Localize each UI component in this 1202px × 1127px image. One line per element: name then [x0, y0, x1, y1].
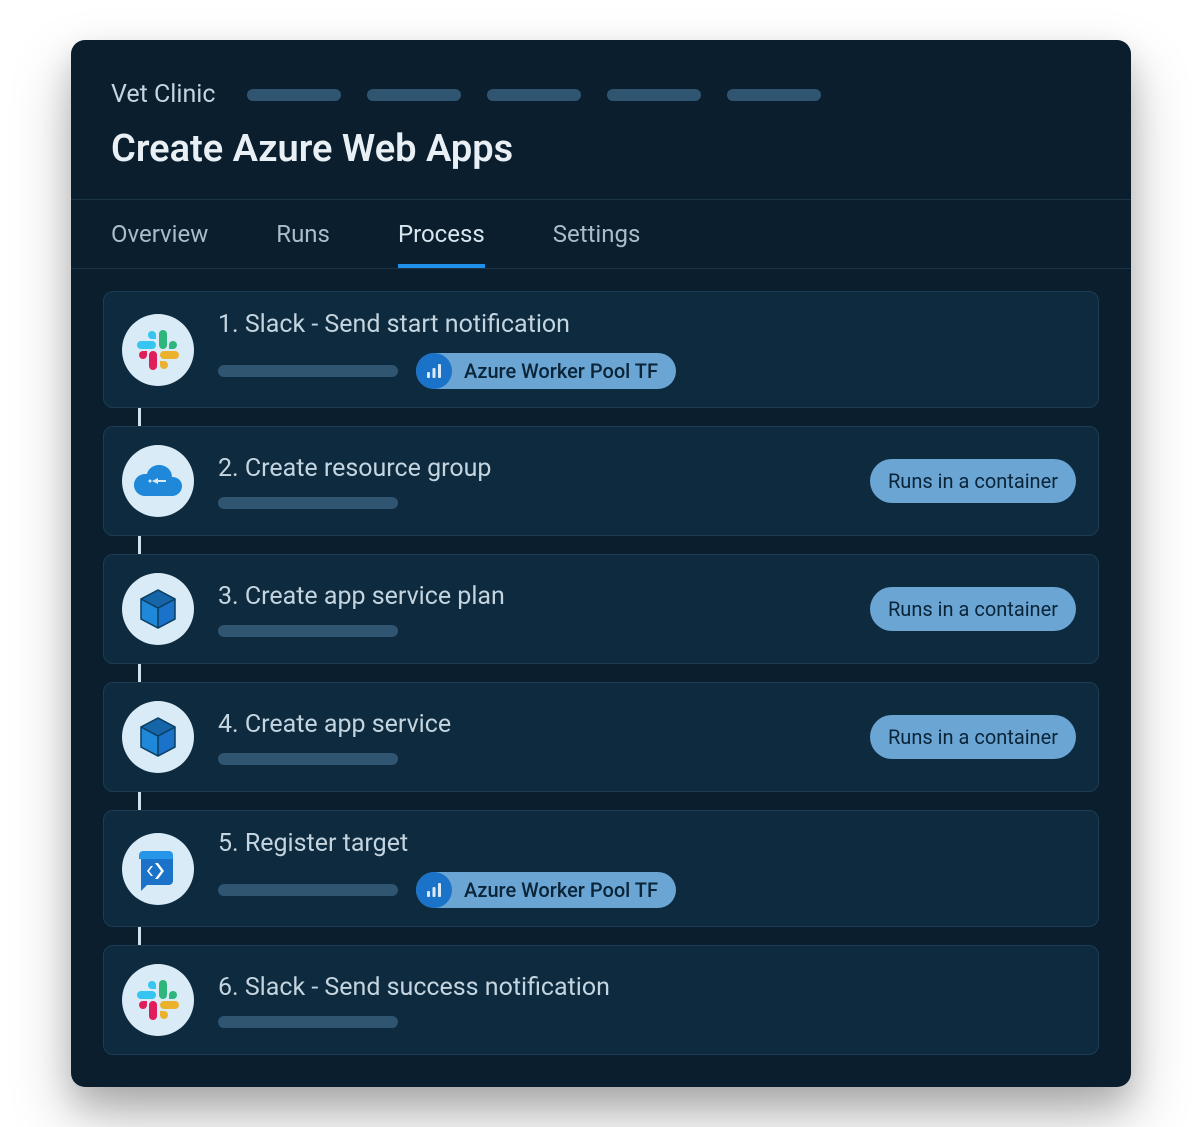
step-icon-circle	[122, 573, 194, 645]
cube-icon	[137, 716, 179, 758]
breadcrumb-pills	[247, 89, 821, 101]
step-placeholder	[218, 625, 398, 637]
step-meta	[218, 1016, 1076, 1028]
runs-in-container-chip: Runs in a container	[870, 587, 1076, 631]
step-icon-circle	[122, 314, 194, 386]
tab-settings[interactable]: Settings	[553, 200, 641, 268]
worker-pool-chip[interactable]: Azure Worker Pool TF	[416, 353, 676, 389]
chart-bars-icon	[425, 362, 443, 380]
step-title: 4. Create app service	[218, 710, 846, 739]
step-meta	[218, 753, 846, 765]
process-step[interactable]: 2. Create resource group Runs in a conta…	[103, 426, 1099, 536]
step-meta	[218, 497, 846, 509]
breadcrumb-pill	[247, 89, 341, 101]
step-content: 2. Create resource group	[218, 454, 846, 509]
script-icon	[137, 847, 179, 891]
breadcrumb-pill	[367, 89, 461, 101]
step-content: 4. Create app service	[218, 710, 846, 765]
step-title: 5. Register target	[218, 829, 1076, 858]
worker-pool-label: Azure Worker Pool TF	[464, 359, 658, 383]
step-title: 1. Slack - Send start notification	[218, 310, 1076, 339]
step-placeholder	[218, 365, 398, 377]
step-icon-circle	[122, 701, 194, 773]
runs-in-container-chip: Runs in a container	[870, 459, 1076, 503]
step-meta	[218, 625, 846, 637]
slack-icon	[136, 328, 180, 372]
step-placeholder	[218, 753, 398, 765]
step-placeholder	[218, 1016, 398, 1028]
step-icon-circle	[122, 964, 194, 1036]
steps-container: 1. Slack - Send start notification Azure…	[71, 269, 1131, 1087]
step-meta: Azure Worker Pool TF	[218, 872, 1076, 908]
tab-process[interactable]: Process	[398, 200, 485, 268]
step-icon-circle	[122, 445, 194, 517]
slack-icon	[136, 978, 180, 1022]
step-placeholder	[218, 497, 398, 509]
process-step[interactable]: 1. Slack - Send start notification Azure…	[103, 291, 1099, 408]
worker-pool-icon-circle	[416, 353, 452, 389]
tabs: Overview Runs Process Settings	[71, 199, 1131, 269]
step-title: 2. Create resource group	[218, 454, 846, 483]
step-content: 5. Register target Azure Worker Pool TF	[218, 829, 1076, 908]
step-icon-circle	[122, 833, 194, 905]
chart-bars-icon	[425, 881, 443, 899]
breadcrumb-pill	[607, 89, 701, 101]
cube-icon	[137, 588, 179, 630]
step-meta: Azure Worker Pool TF	[218, 353, 1076, 389]
page-title: Create Azure Web Apps	[111, 127, 1091, 171]
cloud-icon	[134, 463, 182, 499]
tab-overview[interactable]: Overview	[111, 200, 208, 268]
step-title: 6. Slack - Send success notification	[218, 973, 1076, 1002]
project-name[interactable]: Vet Clinic	[111, 80, 215, 109]
step-content: 3. Create app service plan	[218, 582, 846, 637]
step-placeholder	[218, 884, 398, 896]
process-step[interactable]: 4. Create app service Runs in a containe…	[103, 682, 1099, 792]
tab-runs[interactable]: Runs	[276, 200, 330, 268]
step-title: 3. Create app service plan	[218, 582, 846, 611]
app-window: Vet Clinic Create Azure Web Apps Overvie…	[71, 40, 1131, 1087]
header: Vet Clinic Create Azure Web Apps	[71, 40, 1131, 199]
worker-pool-label: Azure Worker Pool TF	[464, 878, 658, 902]
step-content: 6. Slack - Send success notification	[218, 973, 1076, 1028]
breadcrumb-pill	[487, 89, 581, 101]
step-content: 1. Slack - Send start notification Azure…	[218, 310, 1076, 389]
worker-pool-icon-circle	[416, 872, 452, 908]
worker-pool-chip[interactable]: Azure Worker Pool TF	[416, 872, 676, 908]
breadcrumb-pill	[727, 89, 821, 101]
runs-in-container-chip: Runs in a container	[870, 715, 1076, 759]
process-step[interactable]: 3. Create app service plan Runs in a con…	[103, 554, 1099, 664]
process-step[interactable]: 5. Register target Azure Worker Pool TF	[103, 810, 1099, 927]
header-top: Vet Clinic	[111, 80, 1091, 109]
process-step[interactable]: 6. Slack - Send success notification	[103, 945, 1099, 1055]
